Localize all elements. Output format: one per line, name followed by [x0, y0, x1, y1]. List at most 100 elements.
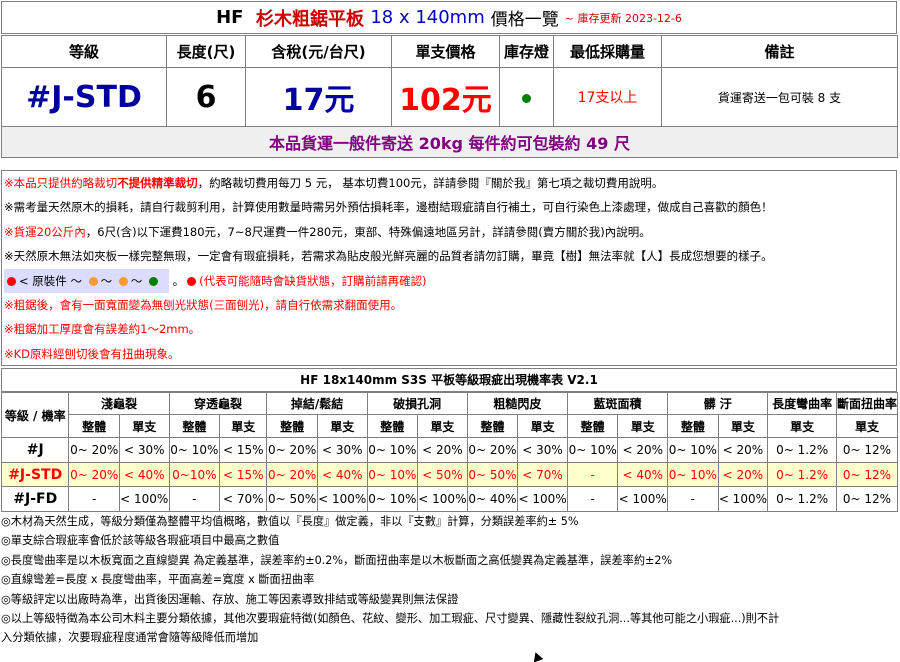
- table-cell: < 20%: [617, 437, 669, 463]
- notes-block: ※本品只提供約略裁切不提供精準裁切，約略裁切費用每刀 5 元， 基本切費100元…: [1, 170, 897, 366]
- sub-header: 單支: [835, 414, 899, 438]
- table-cell: 0~ 10%: [566, 437, 619, 463]
- price-table: 等級 長度(尺) 含稅(元/台尺) 單支價格 庫存燈 最低採購量 備註 #J-S…: [1, 35, 898, 158]
- group-twist: 斷面扭曲率: [835, 392, 899, 415]
- sub-header: 整體: [168, 414, 221, 438]
- note-legend: < 原裝件 ～ ～ ～ 。 (代表可能隨時會缺貨狀態，訂購前請再確認): [2, 268, 896, 293]
- table-cell: 0~ 1.2%: [767, 486, 837, 512]
- moq-value: 17支以上: [553, 67, 662, 127]
- note-natural-wood: ※天然原木無法如夾板一樣完整無瑕，一定會有瑕疵損耗，若需求為貼皮般光鮮亮麗的品質…: [4, 249, 773, 264]
- table-cell: 0~ 50%: [466, 462, 519, 487]
- footnote: ◎單支綜合瑕疵率會低於該等級各瑕疵項目中最高之數值: [1, 534, 280, 548]
- table-cell: -: [68, 486, 120, 512]
- header-unit-price: 單支價格: [391, 35, 500, 68]
- table-cell: < 20%: [717, 462, 769, 487]
- title-brand: HF: [216, 7, 244, 28]
- group-blue-stain: 藍斑面積: [566, 392, 669, 415]
- group-bend: 長度彎曲率: [767, 392, 837, 415]
- stock-legend: < 原裝件 ～ ～ ～: [4, 268, 169, 293]
- table-row: #J-STD 0~ 20% < 40% 0~10% < 15% 0~ 20% < 40…: [0, 462, 899, 487]
- sub-header: 單支: [717, 414, 769, 438]
- table-cell: < 40%: [617, 462, 669, 487]
- group-through-crack: 穿透龜裂: [168, 392, 268, 415]
- table-cell: 0~ 20%: [68, 462, 120, 487]
- shipping-note: 本品貨運一般件寄送 20kg 每件約可包裝約 49 尺: [1, 126, 898, 158]
- note-cutting: ※本品只提供約略裁切不提供精準裁切，約略裁切費用每刀 5 元， 基本切費100元…: [4, 176, 664, 190]
- sub-header: 整體: [566, 414, 619, 438]
- table-cell: 0~ 20%: [466, 437, 519, 463]
- header-tax-price: 含稅(元/台尺): [245, 35, 392, 68]
- table-cell: 0~ 10%: [366, 437, 419, 463]
- footnote: ◎以上等級特徵為本公司木料主要分類依據，其他次要瑕疵特徵(如顏色、花紋、變形、加…: [1, 611, 780, 625]
- note-thickness: ※粗鋸加工厚度會有誤差約1～2mm。: [4, 322, 201, 337]
- sub-header: 整體: [366, 414, 419, 438]
- row-grade: #J-STD: [0, 462, 70, 487]
- table-cell: < 20%: [717, 437, 769, 463]
- row-grade: #J-FD: [0, 486, 70, 512]
- note-loss: ※需考量天然原木的損耗，請自行裁剪利用，計算使用數量時需另外預估損耗率，邊樹結瑕…: [4, 200, 773, 215]
- table-cell: < 15%: [219, 437, 268, 463]
- table-cell: 0~ 10%: [366, 486, 419, 512]
- table-cell: 0~ 20%: [266, 437, 318, 463]
- table-cell: 0~ 12%: [835, 462, 899, 487]
- table-cell: 0~ 12%: [835, 486, 899, 512]
- legend-green-dot-icon: [148, 276, 158, 286]
- length-value: 6: [166, 67, 246, 127]
- table-cell: < 30%: [316, 437, 368, 463]
- table-cell: 0~ 10%: [667, 437, 719, 463]
- group-holes: 破損孔洞: [366, 392, 468, 415]
- table-row: #J 0~ 20% < 30% 0~ 10% < 15% 0~ 20% < 30% 0…: [0, 437, 899, 463]
- table-cell: < 30%: [118, 437, 170, 463]
- unit-price: 102元: [391, 67, 500, 127]
- sub-header: 單支: [617, 414, 669, 438]
- table-cell: -: [168, 486, 221, 512]
- legend-orange-dot-icon: [88, 276, 98, 286]
- group-loose-knot: 掉結/鬆結: [266, 392, 368, 415]
- footnote: ◎木材為天然生成，等級分類僅為整體平均值概略，數值以『長度』做定義，非以『支數』…: [1, 515, 579, 528]
- sub-header: 整體: [667, 414, 719, 438]
- table-cell: < 100%: [417, 486, 468, 512]
- grade-value: #J-STD: [1, 67, 167, 127]
- grade-table: 等級 / 機率 淺龜裂 穿透龜裂 掉結/鬆結 破損孔洞 粗糙閃皮 藍斑面積 髒 …: [0, 392, 899, 512]
- stock-light: [499, 67, 554, 127]
- header-remark: 備註: [661, 35, 898, 68]
- table-cell: -: [667, 486, 719, 512]
- sub-header: 單支: [219, 414, 268, 438]
- remark-value: 貨運寄送一包可裝 8 支: [661, 67, 898, 127]
- table-cell: < 100%: [617, 486, 669, 512]
- header-stock-light: 庫存燈: [499, 35, 554, 68]
- table-cell: 0~ 1.2%: [767, 437, 837, 463]
- legend-red-dot-icon: [7, 276, 16, 286]
- grade-table-title: HF 18x140mm S3S 平板等級瑕疵出現機率表 V2.1: [1, 368, 897, 392]
- table-cell: 0~10%: [168, 462, 221, 487]
- table-cell: < 30%: [517, 437, 568, 463]
- note-kd: ※KD原料經刨切後會有扭曲現象。: [4, 346, 180, 361]
- table-cell: < 70%: [517, 462, 568, 487]
- footnote: ◎等級評定以出廠時為準，出貨後因運輸、存放、施工等因素導致排結或等級變異則無法保…: [1, 592, 459, 606]
- table-cell: 0~ 10%: [667, 462, 719, 487]
- table-cell: < 20%: [417, 437, 468, 463]
- table-cell: < 100%: [316, 486, 368, 512]
- footnotes: ◎木材為天然生成，等級分類僅為整體平均值概略，數值以『長度』做定義，非以『支數』…: [1, 512, 897, 648]
- table-cell: < 70%: [219, 486, 268, 512]
- header-grade: 等級: [1, 35, 167, 68]
- table-cell: 0~ 12%: [835, 437, 899, 463]
- table-cell: < 15%: [219, 462, 268, 487]
- mouse-cursor-icon: [530, 650, 544, 662]
- sub-header: 整體: [266, 414, 318, 438]
- footnote: 入分類依據，次要瑕疵程度通常會隨等級降低而增加: [1, 631, 259, 645]
- sub-header: 單支: [417, 414, 468, 438]
- table-row: #J-FD - < 100% - < 70% 0~ 50% < 100% 0~ 10%…: [0, 486, 899, 512]
- title-suffix: 價格一覽: [490, 10, 559, 30]
- header-moq: 最低採購量: [553, 35, 662, 68]
- group-shallow-crack: 淺龜裂: [68, 392, 170, 415]
- sub-header: 整體: [68, 414, 120, 438]
- table-cell: 0~ 20%: [68, 437, 120, 463]
- row-grade: #J: [0, 437, 70, 463]
- group-dirt: 髒 汙: [667, 392, 769, 415]
- table-cell: 0~ 10%: [168, 437, 221, 463]
- table-cell: 0~ 20%: [266, 462, 318, 487]
- group-rough: 粗糙閃皮: [466, 392, 568, 415]
- table-cell: 0~ 1.2%: [767, 462, 837, 487]
- note-rough-sawn: ※粗鋸後，會有一面寬面變為無刨光狀態(三面刨光)，請自行依需求翻面使用。: [4, 297, 403, 312]
